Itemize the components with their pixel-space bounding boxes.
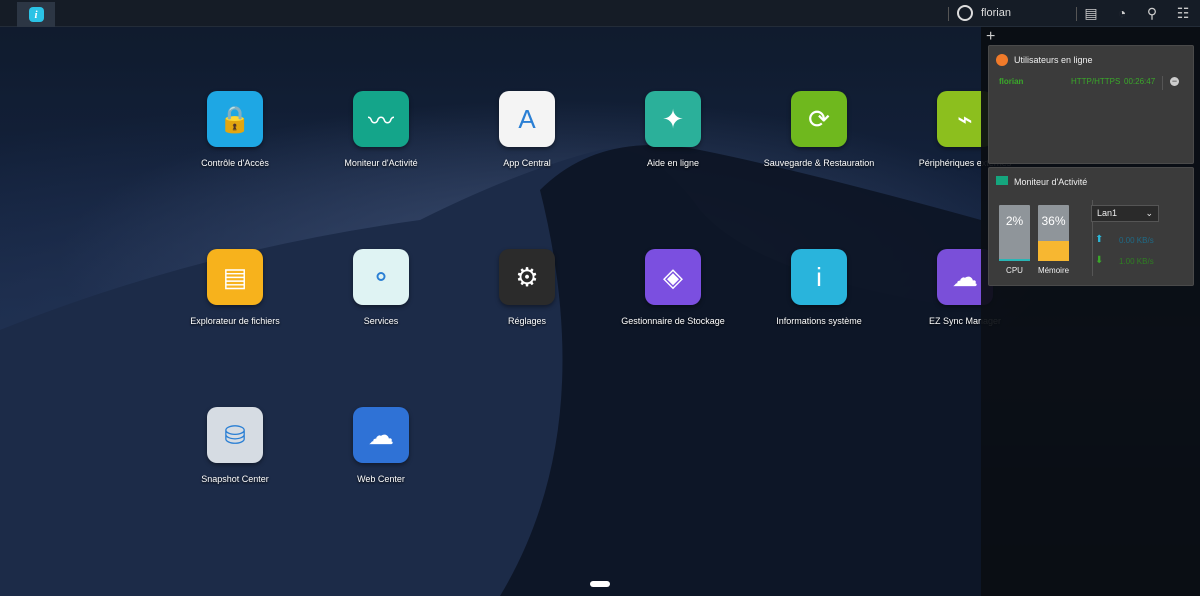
memory-bar: 36% [1038,205,1069,261]
upload-rate: 0.00 KB/s [1119,236,1154,245]
add-widget-button[interactable]: + [986,28,995,46]
divider [948,7,949,21]
cpu-bar: 2% [999,205,1030,261]
home-button[interactable]: i [17,2,55,27]
app-label: Contrôle d'Accès [201,158,269,168]
app-activity-monitor[interactable]: 〰 Moniteur d'Activité [321,91,441,169]
app-help[interactable]: ✦ Aide en ligne [613,91,733,169]
interface-select[interactable]: Lan1 ⌄ [1091,205,1159,222]
access-control-icon: 🔒 [207,91,263,147]
app-label: Aide en ligne [646,158,700,168]
top-bar: i florian ▤ ◔ ⚲ ☷ [0,0,1200,27]
app-label: Web Center [357,474,405,484]
app-label: Explorateur de fichiers [190,316,280,326]
dashboard-icon[interactable]: ◔ [1114,5,1130,21]
download-icon: ⬇ [1095,255,1104,266]
app-web-center[interactable]: ☁ Web Center [321,407,441,485]
page-indicator[interactable] [590,581,610,587]
web-center-icon: ☁ [353,407,409,463]
app-settings[interactable]: ⚙ Réglages [467,249,587,327]
disconnect-user-button[interactable]: − [1170,77,1179,86]
app-storage-manager[interactable]: ◈ Gestionnaire de Stockage [613,249,733,327]
online-user-duration: 00:26:47 [1124,77,1156,86]
app-label: App Central [503,158,551,168]
notification-icon[interactable]: ▤ [1083,5,1099,21]
online-user-protocol: HTTP/HTTPS [1071,77,1121,86]
app-file-explorer[interactable]: ▤ Explorateur de fichiers [175,249,295,327]
user-icon [957,5,973,21]
services-icon: ⚬ [353,249,409,305]
home-icon: i [28,7,44,22]
memory-label: Mémoire [1037,266,1070,275]
help-icon: ✦ [645,91,701,147]
app-label: Snapshot Center [201,474,269,484]
download-rate: 1.00 KB/s [1119,257,1154,266]
memory-fill [1038,240,1069,261]
cpu-value: 2% [1005,214,1024,228]
app-app-central[interactable]: A App Central [467,91,587,169]
app-label: Gestionnaire de Stockage [621,316,725,326]
activity-monitor-icon: 〰 [353,91,409,147]
snapshot-icon: ⛁ [207,407,263,463]
interface-value: Lan1 [1097,208,1118,218]
app-label: Informations système [776,316,862,326]
divider [1076,7,1077,21]
online-users-widget: Utilisateurs en ligne florian HTTP/HTTPS… [988,45,1194,164]
widget-title: Utilisateurs en ligne [1014,55,1093,65]
app-label: Moniteur d'Activité [344,158,418,168]
app-services[interactable]: ⚬ Services [321,249,441,327]
widget-title: Moniteur d'Activité [1014,177,1088,187]
storage-manager-icon: ◈ [645,249,701,305]
app-central-icon: A [499,91,555,147]
app-snapshot[interactable]: ⛁ Snapshot Center [175,407,295,485]
settings-icon: ⚙ [499,249,555,305]
user-menu[interactable]: florian [957,5,1011,21]
app-label: Services [363,316,399,326]
app-label: Sauvegarde & Restauration [763,158,875,168]
upload-icon: ⬆ [1095,234,1104,245]
app-label: Réglages [507,316,547,326]
online-user-name: florian [999,77,1024,86]
file-explorer-icon: ▤ [207,249,263,305]
backup-icon: ⟳ [791,91,847,147]
search-icon[interactable]: ⚲ [1144,5,1160,21]
chevron-down-icon: ⌄ [1145,208,1153,218]
memory-value: 36% [1041,214,1066,228]
divider [1162,76,1163,90]
cpu-label: CPU [1006,266,1023,275]
info-icon: i [791,249,847,305]
activity-monitor-icon [996,176,1008,185]
app-backup[interactable]: ⟳ Sauvegarde & Restauration [759,91,879,169]
app-access-control[interactable]: 🔒 Contrôle d'Accès [175,91,295,169]
wallpaper [0,130,981,596]
cpu-fill [999,259,1030,261]
username: florian [981,7,1011,19]
user-icon [996,54,1008,66]
settings-panel-icon[interactable]: ☷ [1175,5,1191,21]
app-info[interactable]: i Informations système [759,249,879,327]
